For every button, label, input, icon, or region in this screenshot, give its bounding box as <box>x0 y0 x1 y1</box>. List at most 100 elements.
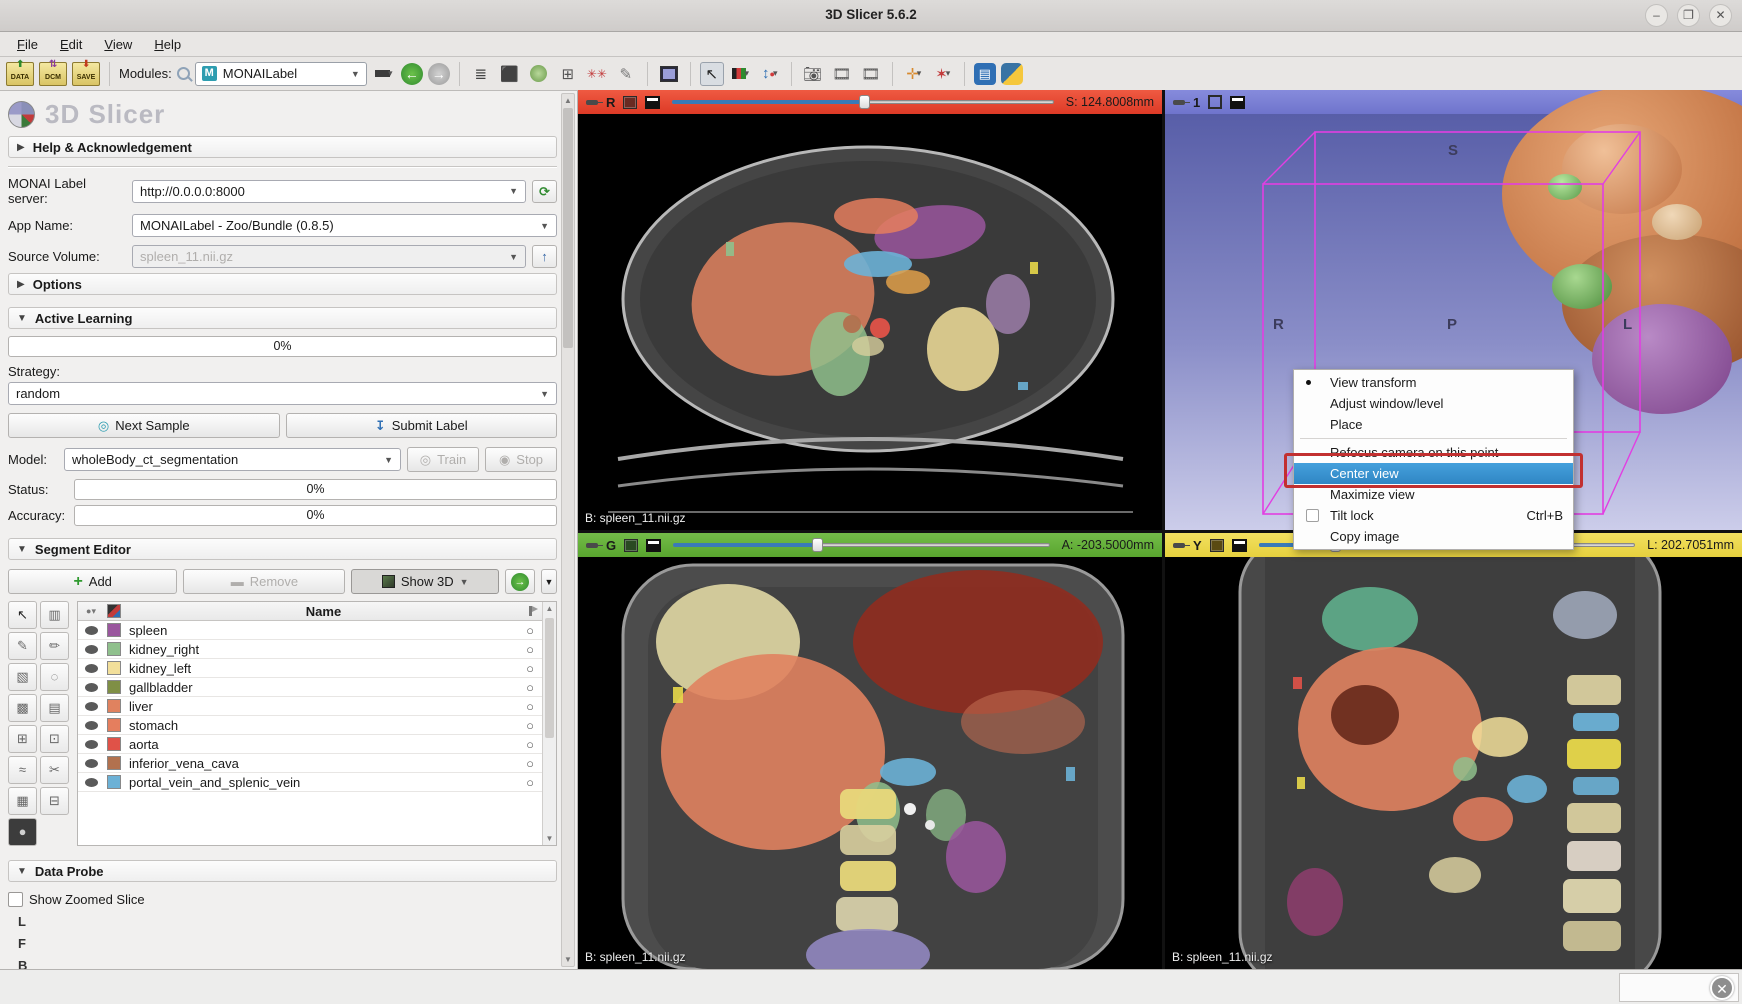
show-zoomed-slice-checkbox[interactable] <box>8 892 23 907</box>
server-combobox[interactable]: http://0.0.0.0:8000 ▼ <box>132 180 526 203</box>
menu-item-maximize-view[interactable]: Maximize view <box>1294 484 1573 505</box>
transforms-icon[interactable]: ✳✳ <box>585 62 609 86</box>
apply-next-button[interactable]: → <box>505 569 535 594</box>
red-slice-view[interactable]: R S: 124.8008mm <box>578 90 1162 530</box>
segment-status-circle[interactable]: ○ <box>518 737 542 752</box>
view-menu-icon[interactable] <box>1232 539 1247 552</box>
green-view-image[interactable]: B: spleen_11.nii.gz <box>578 557 1162 969</box>
name-column-header[interactable]: Name <box>124 604 518 619</box>
menu-item-view-transform[interactable]: View transform <box>1294 372 1573 393</box>
layout-selector-button[interactable] <box>657 62 681 86</box>
load-data-button[interactable]: ⬆DATA <box>6 62 34 86</box>
green-slice-slider[interactable] <box>673 538 1049 552</box>
scene-view-restore-icon[interactable]: 🎞︎ <box>859 62 883 86</box>
menu-file[interactable]: File <box>8 34 47 55</box>
data-probe-section[interactable]: ▼ Data Probe <box>8 860 557 882</box>
effect-fill-between-slices-button[interactable]: ▤ <box>40 694 69 722</box>
menu-item-tilt-lock[interactable]: Tilt lock Ctrl+B <box>1294 505 1573 526</box>
segment-editor-section[interactable]: ▼ Segment Editor <box>8 538 557 560</box>
effect-erase-button[interactable]: ▧ <box>8 663 37 691</box>
crosshair-button[interactable]: ✛▾ <box>902 62 926 86</box>
menu-view[interactable]: View <box>95 34 141 55</box>
menu-item-center-view[interactable]: Center view <box>1294 463 1573 484</box>
effect-mask-volume-button[interactable]: ● <box>8 818 37 846</box>
segment-name[interactable]: portal_vein_and_splenic_vein <box>124 775 518 790</box>
slice-orientation-icon[interactable] <box>1210 539 1224 552</box>
pin-icon[interactable] <box>586 100 598 105</box>
green-slice-view[interactable]: G A: -203.5000mm <box>578 533 1162 969</box>
close-button[interactable]: ✕ <box>1709 4 1732 27</box>
module-forward-button[interactable]: → <box>428 63 450 85</box>
visibility-column-header[interactable]: ●▾ <box>78 606 104 617</box>
scene-view-save-icon[interactable]: 🎞︎ <box>830 62 854 86</box>
pin-icon[interactable] <box>1173 543 1185 548</box>
load-dicom-button[interactable]: ⇅DCM <box>39 62 67 86</box>
slice-intersections-button[interactable]: ✶▾ <box>931 62 955 86</box>
color-column-header[interactable] <box>104 604 124 618</box>
active-learning-section[interactable]: ▼ Active Learning <box>8 307 557 329</box>
upload-volume-button[interactable]: ↑ <box>532 245 557 268</box>
place-point-button[interactable]: ↕●▾ <box>758 62 782 86</box>
view-menu-icon[interactable] <box>645 96 660 109</box>
module-back-button[interactable]: ← <box>401 63 423 85</box>
strategy-combobox[interactable]: random ▼ <box>8 382 557 405</box>
add-segment-button[interactable]: + Add <box>8 569 177 594</box>
segment-status-circle[interactable]: ○ <box>518 718 542 733</box>
show-3d-button[interactable]: Show 3D ▼ <box>351 569 499 594</box>
help-acknowledgement-section[interactable]: ▶ Help & Acknowledgement <box>8 136 557 158</box>
error-log-close-button[interactable]: ✕ <box>1710 976 1734 1000</box>
panel-scrollbar[interactable]: ▲ ▼ <box>561 93 575 967</box>
slice-orientation-icon[interactable] <box>624 539 638 552</box>
train-button[interactable]: ◎ Train <box>407 447 479 472</box>
yellow-view-image[interactable]: B: spleen_11.nii.gz <box>1165 557 1742 969</box>
model-combobox[interactable]: wholeBody_ct_segmentation ▼ <box>64 448 401 471</box>
pin-icon[interactable] <box>1173 100 1185 105</box>
load-scene-cube-icon[interactable]: ⬛ <box>498 62 522 86</box>
segment-name[interactable]: liver <box>124 699 518 714</box>
stop-button[interactable]: ◉ Stop <box>485 447 557 472</box>
effect-none-cursor-button[interactable]: ↖ <box>8 601 37 629</box>
menu-item-copy-image[interactable]: Copy image <box>1294 526 1573 547</box>
segment-status-circle[interactable]: ○ <box>518 661 542 676</box>
segment-name[interactable]: gallbladder <box>124 680 518 695</box>
effect-level-tracing-button[interactable]: ◌ <box>40 663 69 691</box>
segment-status-circle[interactable]: ○ <box>518 623 542 638</box>
menu-item-place[interactable]: Place <box>1294 414 1573 435</box>
menu-item-refocus-camera[interactable]: Refocus camera on this point <box>1294 442 1573 463</box>
effect-smoothing-button[interactable]: ≈ <box>8 756 37 784</box>
segment-status-circle[interactable]: ○ <box>518 680 542 695</box>
screenshot-icon[interactable]: 📷︎ <box>801 62 825 86</box>
remove-segment-button[interactable]: ▬ Remove <box>183 569 345 594</box>
segment-status-circle[interactable]: ○ <box>518 699 542 714</box>
segment-name[interactable]: kidney_left <box>124 661 518 676</box>
segment-table-scrollbar[interactable]: ▲ ▼ <box>542 602 556 845</box>
effect-margin-button[interactable]: ⊞ <box>8 725 37 753</box>
center-3d-icon[interactable] <box>1208 95 1222 109</box>
red-view-image[interactable]: B: spleen_11.nii.gz <box>578 114 1162 530</box>
segment-status-circle[interactable]: ○ <box>518 775 542 790</box>
app-name-combobox[interactable]: MONAILabel - Zoo/Bundle (0.8.5) ▼ <box>132 214 557 237</box>
refresh-server-button[interactable]: ⟳ <box>532 180 557 203</box>
pin-icon[interactable] <box>586 543 598 548</box>
effect-draw-button[interactable]: ✏ <box>40 632 69 660</box>
markups-pen-icon[interactable]: ✎ <box>614 62 638 86</box>
module-history-button[interactable]: ▾ <box>372 62 396 86</box>
effect-logical-operators-button[interactable]: ⊟ <box>40 787 69 815</box>
effect-islands-button[interactable]: ▦ <box>8 787 37 815</box>
effect-scissors-button[interactable]: ✂ <box>40 756 69 784</box>
view-menu-icon[interactable] <box>646 539 661 552</box>
view-menu-icon[interactable] <box>1230 96 1245 109</box>
effect-paint-button[interactable]: ✎ <box>8 632 37 660</box>
segment-name[interactable]: inferior_vena_cava <box>124 756 518 771</box>
segment-name[interactable]: kidney_right <box>124 642 518 657</box>
save-button[interactable]: ⬇SAVE <box>72 62 100 86</box>
green-sphere-icon[interactable] <box>527 62 551 86</box>
segment-status-circle[interactable]: ○ <box>518 756 542 771</box>
menu-help[interactable]: Help <box>145 34 190 55</box>
menu-item-adjust-window-level[interactable]: Adjust window/level <box>1294 393 1573 414</box>
slice-orientation-icon[interactable] <box>623 96 637 109</box>
extensions-manager-button[interactable]: ▤ <box>974 63 996 85</box>
python-console-button[interactable] <box>1001 63 1023 85</box>
mouse-interaction-cursor-button[interactable]: ↖ <box>700 62 724 86</box>
status-column-header[interactable] <box>518 604 542 619</box>
